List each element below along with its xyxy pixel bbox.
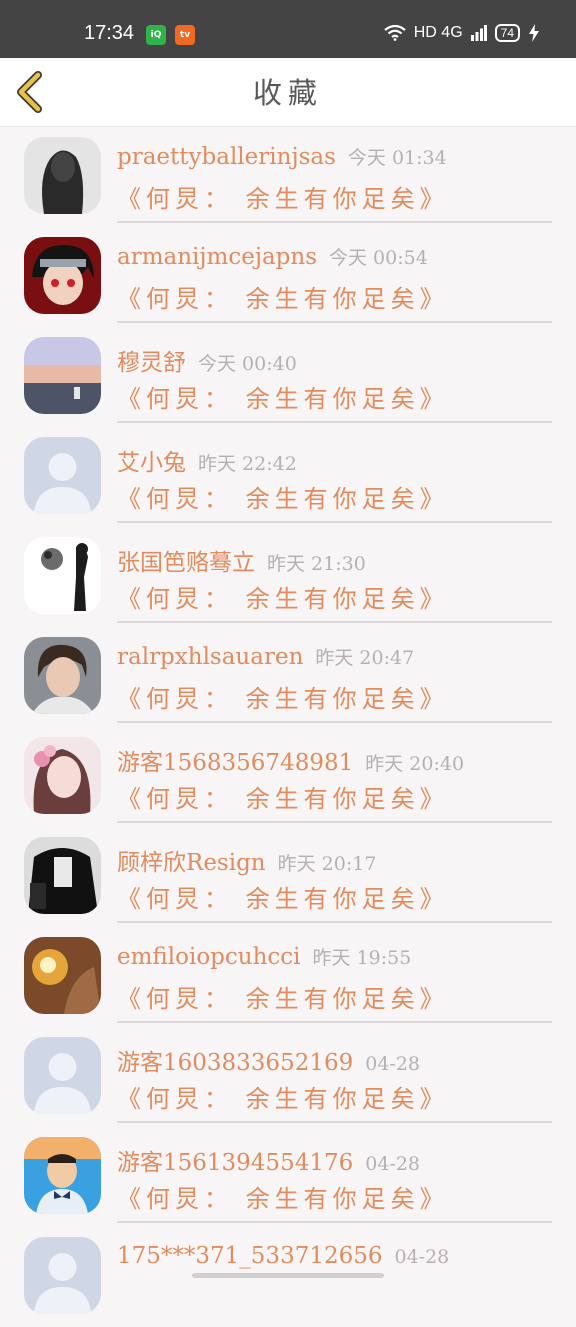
item-time: 昨天 20:17 (277, 853, 377, 875)
item-time: 04-28 (394, 1246, 450, 1268)
item-meta: 穆灵舒 今天 00:40 (117, 343, 297, 377)
item-time: 昨天 21:30 (267, 553, 366, 575)
tv-app-icon: tv (175, 25, 195, 45)
user-name: 艾小兔 (117, 450, 186, 476)
song-title: 《何炅： 余生有你足矣》 (117, 585, 449, 613)
avatar-sunset[interactable] (24, 337, 101, 414)
network-type: HD 4G (413, 24, 463, 41)
song-title: 《何炅： 余生有你足矣》 (117, 685, 449, 713)
divider (117, 321, 552, 323)
status-bar: 17:34 iQ tv HD 4G 74 (0, 0, 576, 58)
page-title: 收藏 (252, 76, 323, 110)
item-meta: 游客1561394554176 04-28 (117, 1143, 420, 1177)
item-time: 04-28 (365, 1053, 421, 1075)
divider (117, 621, 552, 623)
list-item[interactable]: 张国笆赂蓦立 昨天 21:30 《何炅： 余生有你足矣》 (0, 527, 576, 627)
song-title: 《何炅： 余生有你足矣》 (117, 285, 449, 313)
user-name: 穆灵舒 (117, 350, 186, 376)
divider (117, 721, 552, 723)
song-title: 《何炅： 余生有你足矣》 (117, 185, 449, 213)
avatar-default[interactable] (24, 1037, 101, 1114)
list-item[interactable]: emfiloiopcuhcci 昨天 19:55 《何炅： 余生有你足矣》 (0, 927, 576, 1027)
list-item[interactable]: 游客1561394554176 04-28 《何炅： 余生有你足矣》 (0, 1127, 576, 1227)
item-meta: 顾梓欣Resign 昨天 20:17 (117, 843, 376, 877)
divider (117, 1121, 552, 1123)
list-item[interactable]: 顾梓欣Resign 昨天 20:17 《何炅： 余生有你足矣》 (0, 827, 576, 927)
item-time: 昨天 22:42 (198, 453, 297, 475)
list-item[interactable]: praettyballerinjsas 今天 01:34 《何炅： 余生有你足矣》 (0, 127, 576, 227)
list-item[interactable]: armanijmcejapns 今天 00:54 《何炅： 余生有你足矣》 (0, 227, 576, 327)
user-name: ralrpxhlsauaren (117, 644, 304, 670)
user-name: 张国笆赂蓦立 (117, 550, 255, 576)
song-title: 《何炅： 余生有你足矣》 (117, 785, 449, 813)
song-title: 《何炅： 余生有你足矣》 (117, 485, 449, 513)
signal-icon (470, 25, 487, 41)
item-time: 今天 01:34 (347, 147, 447, 169)
list-item[interactable]: 艾小兔 昨天 22:42 《何炅： 余生有你足矣》 (0, 427, 576, 527)
user-name: praettyballerinjsas (117, 144, 336, 170)
avatar-fire[interactable] (24, 937, 101, 1014)
song-title: 《何炅： 余生有你足矣》 (117, 985, 449, 1013)
item-meta: 艾小兔 昨天 22:42 (117, 443, 297, 477)
list-item[interactable]: ralrpxhlsauaren 昨天 20:47 《何炅： 余生有你足矣》 (0, 627, 576, 727)
status-indicators: HD 4G 74 (384, 24, 540, 42)
avatar-default[interactable] (24, 437, 101, 514)
home-indicator[interactable] (192, 1273, 384, 1278)
user-name: emfiloiopcuhcci (117, 944, 301, 970)
avatar-kid[interactable] (24, 1137, 101, 1214)
item-meta: 游客1603833652169 04-28 (117, 1043, 420, 1077)
avatar-black-hoodie[interactable] (24, 837, 101, 914)
user-name: 175***371_533712656 (117, 1243, 383, 1269)
song-title: 《何炅： 余生有你足矣》 (117, 1185, 449, 1213)
divider (117, 821, 552, 823)
item-time: 昨天 20:40 (365, 753, 465, 775)
avatar-default[interactable] (24, 1237, 101, 1314)
divider (117, 1021, 552, 1023)
item-meta: 175***371_533712656 04-28 (117, 1243, 449, 1269)
user-name: 游客1568356748981 (117, 750, 354, 776)
divider (117, 1221, 552, 1223)
list-item[interactable]: 穆灵舒 今天 00:40 《何炅： 余生有你足矣》 (0, 327, 576, 427)
status-time: 17:34 (84, 22, 135, 44)
song-title: 《何炅： 余生有你足矣》 (117, 385, 449, 413)
avatar-sketch[interactable] (24, 537, 101, 614)
divider (117, 921, 552, 923)
user-name: 顾梓欣Resign (117, 850, 266, 876)
avatar-anime-red[interactable] (24, 237, 101, 314)
favorites-list: praettyballerinjsas 今天 01:34 《何炅： 余生有你足矣》… (0, 127, 576, 1327)
list-item[interactable]: 游客1568356748981 昨天 20:40 《何炅： 余生有你足矣》 (0, 727, 576, 827)
song-title: 《何炅： 余生有你足矣》 (117, 885, 449, 913)
user-name: armanijmcejapns (117, 244, 318, 270)
divider (117, 421, 552, 423)
page-header: 收藏 (0, 58, 576, 127)
avatar-girl-flowers[interactable] (24, 737, 101, 814)
item-meta: emfiloiopcuhcci 昨天 19:55 (117, 943, 411, 970)
item-time: 昨天 20:47 (315, 647, 415, 669)
avatar-boy[interactable] (24, 637, 101, 714)
wifi-icon (384, 25, 406, 41)
song-title: 《何炅： 余生有你足矣》 (117, 1085, 449, 1113)
item-time: 昨天 19:55 (312, 947, 412, 969)
item-time: 04-28 (365, 1153, 421, 1175)
battery-icon: 74 (494, 24, 520, 42)
avatar-photo-dark[interactable] (24, 137, 101, 214)
user-name: 游客1561394554176 (117, 1150, 354, 1176)
item-meta: ralrpxhlsauaren 昨天 20:47 (117, 643, 414, 670)
item-time: 今天 00:40 (198, 353, 297, 375)
divider (117, 221, 552, 223)
list-item[interactable]: 游客1603833652169 04-28 《何炅： 余生有你足矣》 (0, 1027, 576, 1127)
user-name: 游客1603833652169 (117, 1050, 354, 1076)
item-meta: praettyballerinjsas 今天 01:34 (117, 143, 447, 170)
item-meta: armanijmcejapns 今天 00:54 (117, 243, 428, 270)
item-time: 今天 00:54 (329, 247, 428, 269)
item-meta: 游客1568356748981 昨天 20:40 (117, 743, 464, 777)
iqiyi-app-icon: iQ (146, 25, 166, 45)
item-meta: 张国笆赂蓦立 昨天 21:30 (117, 543, 366, 577)
divider (117, 521, 552, 523)
charging-icon (529, 24, 539, 42)
